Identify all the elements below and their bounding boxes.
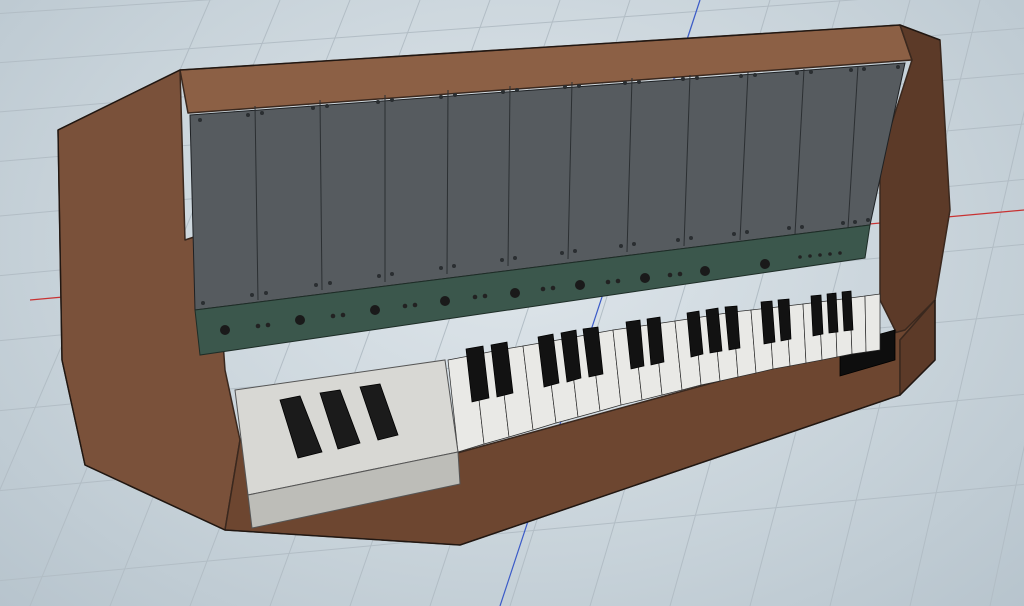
control-lever-region[interactable] [235,360,460,530]
jack-rail-region[interactable] [195,225,875,360]
cad-viewport[interactable] [0,0,1024,606]
